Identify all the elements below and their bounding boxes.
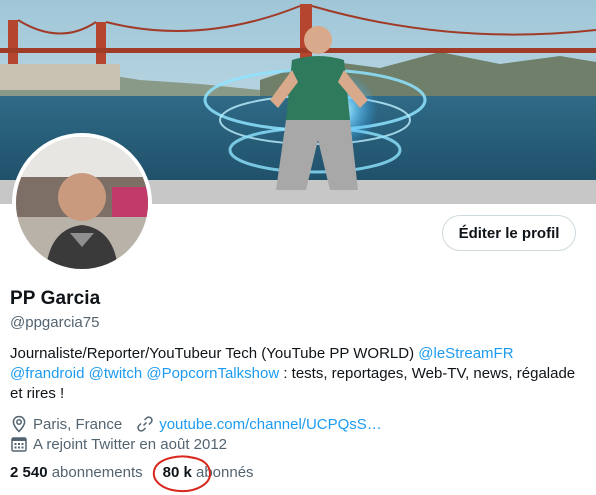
avatar[interactable] [12, 133, 152, 273]
follow-stats: 2 540 abonnements 80 k abonnés [10, 464, 254, 481]
mention-popcorntalkshow[interactable]: @PopcornTalkshow [146, 365, 279, 382]
following-link[interactable]: 2 540 abonnements [10, 464, 143, 481]
profile-joined-row: A rejoint Twitter en août 2012 [10, 435, 227, 453]
following-label: abonnements [51, 464, 143, 481]
avatar-photo [16, 137, 148, 269]
profile-bio: Journaliste/Reporter/YouTubeur Tech (You… [10, 344, 590, 404]
mention-twitch[interactable]: @twitch [89, 365, 143, 382]
link-icon [136, 415, 154, 433]
profile-website-link[interactable]: youtube.com/channel/UCPQsS… [159, 416, 382, 433]
mention-frandroid[interactable]: @frandroid [10, 365, 84, 382]
calendar-icon [10, 435, 28, 453]
profile-joined-date: A rejoint Twitter en août 2012 [33, 435, 228, 453]
following-count: 2 540 [10, 464, 48, 481]
followers-link[interactable]: 80 k abonnés [163, 464, 254, 481]
followers-count: 80 k [162, 464, 192, 481]
profile-location: Paris, France [33, 415, 123, 433]
profile-meta-row: Paris, France youtube.com/channel/UCPQsS… [10, 415, 382, 433]
profile-name: PP Garcia [10, 288, 101, 309]
location-pin-icon [10, 415, 28, 433]
profile-handle: @ppgarcia75 [10, 314, 100, 331]
bio-text: Journaliste/Reporter/YouTubeur Tech (You… [10, 345, 419, 362]
edit-profile-button[interactable]: Éditer le profil [442, 215, 576, 251]
mention-lestreamfr[interactable]: @leStreamFR [418, 345, 513, 362]
followers-label: abonnés [196, 464, 254, 481]
